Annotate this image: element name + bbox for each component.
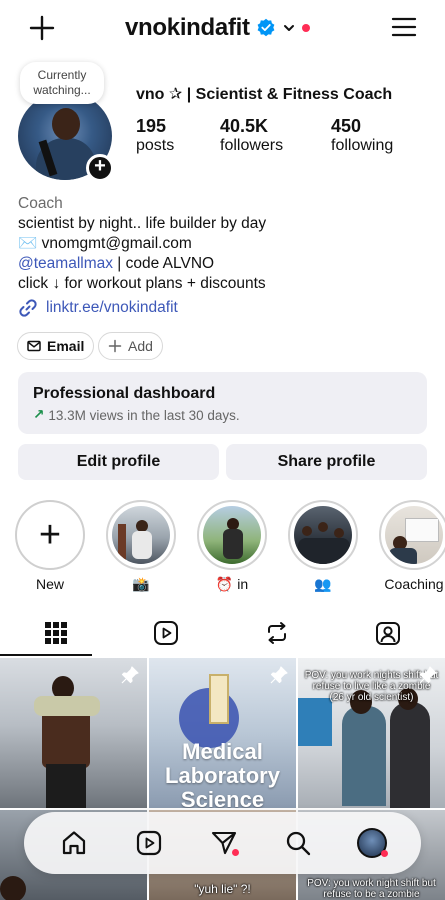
highlight-item[interactable]: 👥 <box>287 500 359 593</box>
plus-icon <box>108 339 122 353</box>
post-caption: "yuh lie" ?! <box>194 882 251 896</box>
dashboard-subtitle: 13.3M views in the last 30 days. <box>48 407 240 423</box>
post-caption: POV: you work night shift but refuse to … <box>307 878 436 900</box>
search-icon[interactable] <box>284 829 312 857</box>
bio-line: click ↓ for workout plans + discounts <box>18 275 266 292</box>
envelope-icon <box>27 340 41 352</box>
top-bar: vnokindafit <box>0 0 445 56</box>
pinned-icon <box>270 666 288 684</box>
home-icon[interactable] <box>60 829 88 857</box>
highlight-new[interactable]: + New <box>14 500 86 592</box>
reposts-icon[interactable] <box>264 620 290 646</box>
pinned-icon <box>419 666 437 684</box>
note-text: Currently watching... <box>33 68 91 97</box>
bio-email-line: ✉️ vnomgmt@gmail.com <box>18 234 428 254</box>
stat-followers[interactable]: 40.5K followers <box>220 116 331 156</box>
bio-email[interactable]: vnomgmt@gmail.com <box>42 235 192 252</box>
highlight-cover <box>294 506 352 564</box>
share-profile-button[interactable]: Share profile <box>226 444 427 480</box>
add-story-plus-icon[interactable]: + <box>86 154 114 182</box>
email-contact-button[interactable]: Email <box>17 332 95 360</box>
username: vnokindafit <box>125 14 250 41</box>
envelope-emoji-icon: ✉️ <box>18 235 38 252</box>
link-chain-icon <box>19 299 37 317</box>
highlight-item[interactable]: 📸 <box>105 500 177 593</box>
professional-dashboard[interactable]: Professional dashboard ↗ 13.3M views in … <box>18 372 427 434</box>
trend-up-icon: ↗ <box>33 407 45 422</box>
pinned-icon <box>121 666 139 684</box>
notification-dot <box>301 24 310 32</box>
tagged-icon[interactable] <box>375 620 401 646</box>
highlight-cover <box>203 506 261 564</box>
profile-tabs <box>0 610 445 658</box>
hamburger-menu-icon[interactable] <box>391 16 417 38</box>
plus-icon: + <box>38 513 62 556</box>
highlight-cover <box>385 506 443 564</box>
bottom-navigation <box>24 812 421 874</box>
create-plus-icon[interactable] <box>28 14 56 42</box>
highlight-item[interactable]: ⏰ in <box>196 500 268 593</box>
profile-link-text: linktr.ee/vnokindafit <box>46 299 178 316</box>
profile-category: Coach <box>18 195 63 212</box>
edit-profile-button[interactable]: Edit profile <box>18 444 219 480</box>
profile-bio: Coach scientist by night.. life builder … <box>18 194 428 294</box>
post-tile[interactable]: POV: you work nights shift but refuse to… <box>298 658 445 808</box>
stat-following[interactable]: 450 following <box>331 116 393 156</box>
reels-icon[interactable] <box>135 829 163 857</box>
highlight-cover <box>112 506 170 564</box>
bio-mention-line: @teamallmax | code ALVNO <box>18 255 215 272</box>
profile-link[interactable]: linktr.ee/vnokindafit <box>18 298 178 318</box>
chevron-down-icon <box>283 25 294 31</box>
note-bubble[interactable]: Currently watching... <box>20 62 104 104</box>
notification-dot <box>381 850 388 857</box>
active-tab-indicator <box>0 654 92 656</box>
account-switcher[interactable]: vnokindafit <box>125 14 310 42</box>
notification-dot <box>232 849 239 856</box>
grid-icon[interactable] <box>43 620 69 646</box>
post-tile[interactable] <box>0 658 147 808</box>
profile-stats: 195 posts 40.5K followers 450 following <box>136 116 393 156</box>
stat-posts[interactable]: 195 posts <box>136 116 220 156</box>
post-overlay-text: Medical Laboratory Science <box>165 739 280 809</box>
add-action-button[interactable]: Add <box>98 332 163 360</box>
bio-line: scientist by night.. life builder by day <box>18 215 267 232</box>
reels-icon[interactable] <box>153 620 179 646</box>
highlight-item[interactable]: Coaching <box>378 500 445 592</box>
profile-full-name: vno ✰ | Scientist & Fitness Coach <box>136 86 393 103</box>
bio-mention-link[interactable]: @teamallmax <box>18 255 113 272</box>
post-tile[interactable]: Medical Laboratory Science <box>149 658 296 808</box>
dashboard-title: Professional dashboard <box>33 385 216 402</box>
verified-badge-icon <box>257 18 275 37</box>
